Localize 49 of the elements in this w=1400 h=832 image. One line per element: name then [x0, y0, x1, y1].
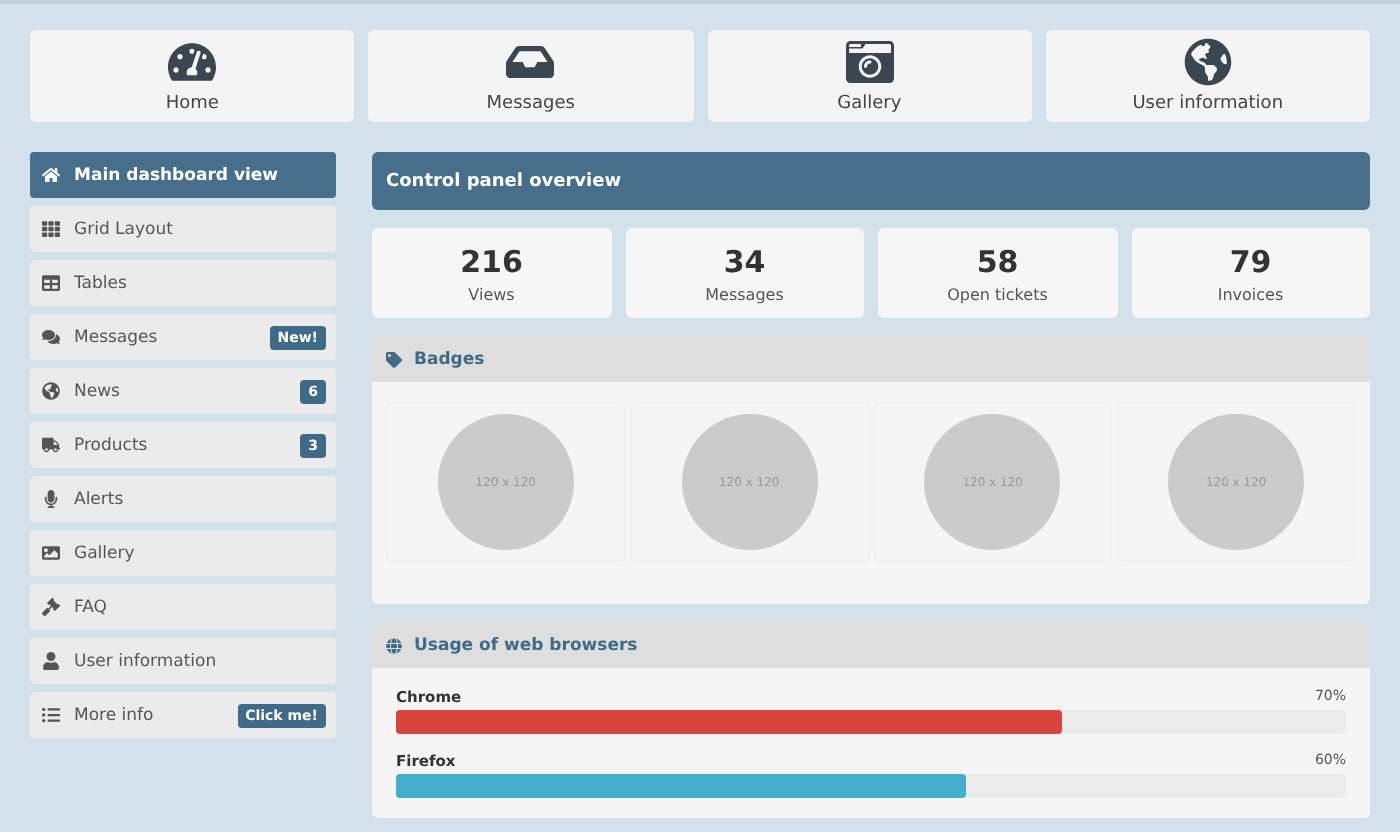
- gavel-icon: [42, 598, 60, 616]
- stat-label: Messages: [705, 285, 784, 303]
- stat-value: 34: [723, 243, 766, 279]
- sidebar-item[interactable]: User information: [30, 638, 336, 684]
- globe-icon: [42, 382, 60, 400]
- globe-icon: [386, 637, 402, 653]
- stat-value: 79: [1229, 243, 1272, 279]
- home-icon: [42, 166, 60, 184]
- truck-icon: [42, 436, 60, 454]
- sidebar-item-label: Products: [74, 435, 150, 455]
- nav-tile[interactable]: User information: [1045, 30, 1370, 122]
- camera-icon: [845, 38, 894, 86]
- sidebar-item-label: Alerts: [74, 489, 126, 509]
- sidebar-item[interactable]: Tables: [30, 260, 336, 306]
- stat-value: 58: [976, 243, 1019, 279]
- tag-icon: [386, 351, 402, 367]
- stat-value: 216: [460, 243, 523, 279]
- image-icon: [42, 544, 60, 562]
- panel-title: Badges: [414, 349, 485, 369]
- microphone-icon: [42, 490, 60, 508]
- sidebar-item-label: Tables: [74, 273, 129, 293]
- sidebar-item[interactable]: Gallery: [30, 530, 336, 576]
- sidebar-item-label: Gallery: [74, 543, 137, 563]
- nav-tile[interactable]: Messages: [368, 30, 693, 122]
- sidebar-item[interactable]: Grid Layout: [30, 206, 336, 252]
- stat-label: Views: [468, 285, 515, 303]
- user-icon: [42, 652, 60, 670]
- sidebar-item-label: Main dashboard view: [74, 165, 281, 185]
- sidebar-item-label: User information: [74, 651, 219, 671]
- sidebar-item[interactable]: Alerts: [30, 476, 336, 522]
- header-title: Control panel overview: [386, 171, 622, 191]
- sidebar-item[interactable]: Main dashboard view: [30, 152, 336, 198]
- chat-icon: [42, 328, 60, 346]
- stat-label: Invoices: [1217, 285, 1284, 303]
- sidebar-item-label: FAQ: [74, 597, 109, 617]
- sidebar-item-label: Messages: [74, 327, 160, 347]
- panel-title: Usage of web browsers: [414, 635, 638, 655]
- table-icon: [42, 274, 60, 292]
- sidebar-item-label: More info: [74, 705, 156, 725]
- grid-icon: [42, 220, 60, 238]
- sidebar-item-label: News: [74, 381, 122, 401]
- gauge-icon: [168, 38, 217, 86]
- nav-tile[interactable]: Gallery: [707, 30, 1032, 122]
- sidebar-item[interactable]: FAQ: [30, 584, 336, 630]
- nav-tile[interactable]: Home: [30, 30, 355, 122]
- stat-label: Open tickets: [947, 285, 1048, 303]
- globe-icon: [1183, 38, 1232, 86]
- list-icon: [42, 706, 60, 724]
- sidebar-item-label: Grid Layout: [74, 219, 175, 239]
